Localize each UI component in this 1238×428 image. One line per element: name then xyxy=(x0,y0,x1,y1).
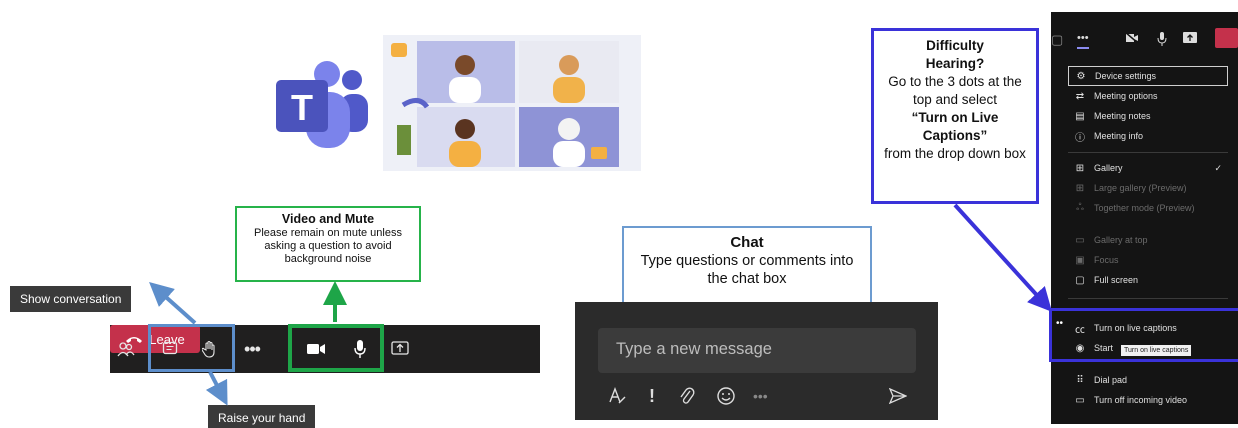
arrow-to-raise-hand xyxy=(205,371,228,406)
arrow-to-show-conversation xyxy=(149,282,197,325)
arrows-overlay xyxy=(149,203,1053,406)
arrow-to-live-captions xyxy=(953,203,1053,312)
